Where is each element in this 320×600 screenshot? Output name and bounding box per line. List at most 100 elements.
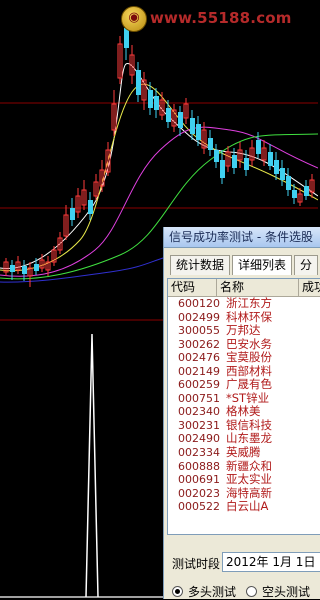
- candle: [3, 258, 9, 276]
- candle-body: [10, 265, 15, 272]
- candle-body: [220, 160, 225, 178]
- list-item[interactable]: 002476 宝莫股份: [168, 351, 320, 365]
- list-item[interactable]: 002340 格林美: [168, 405, 320, 419]
- candle-body: [256, 140, 261, 154]
- signal-spike: [85, 333, 99, 598]
- candle: [274, 152, 279, 180]
- stock-code: 002340: [178, 405, 220, 419]
- stock-name: 广晟有色: [226, 377, 272, 392]
- candle-body: [268, 152, 273, 166]
- tab-statistics[interactable]: 统计数据: [170, 255, 231, 275]
- stock-name: 西部材料: [226, 363, 272, 378]
- radio-long-dot[interactable]: [172, 586, 183, 597]
- candle: [34, 258, 39, 275]
- candle: [105, 142, 111, 176]
- stock-code: 000691: [178, 473, 220, 487]
- candle: [10, 260, 15, 280]
- stock-code: 000522: [178, 500, 220, 514]
- dialog-title[interactable]: 信号成功率测试 - 条件选股: [164, 227, 320, 248]
- date-picker[interactable]: 2012年 1月 1日: [222, 552, 320, 572]
- list-item[interactable]: 002334 英威腾: [168, 445, 320, 460]
- list-item[interactable]: 002023 海特高新: [168, 486, 320, 501]
- list-item[interactable]: 300231 银信科技: [168, 417, 320, 433]
- radio-short-test[interactable]: 空头测试: [246, 583, 310, 600]
- stock-name: 格林美: [226, 404, 261, 419]
- candle: [225, 146, 231, 172]
- candle-body: [136, 70, 141, 95]
- site-watermark: ◉ www.55188.com: [118, 5, 318, 32]
- stock-name: *ST锌业: [226, 390, 270, 405]
- watermark-logo: ◉: [121, 6, 147, 32]
- stock-code: 002023: [178, 486, 220, 500]
- candle: [171, 104, 177, 132]
- stock-name: 科林环保: [226, 309, 272, 324]
- column-code[interactable]: 代码: [168, 279, 217, 296]
- candle-body: [280, 168, 285, 180]
- list-item[interactable]: 300055 万邦达: [168, 324, 320, 338]
- list-item[interactable]: 002490 山东墨龙: [168, 432, 320, 446]
- stock-name: 万邦达: [226, 323, 261, 338]
- stock-code: 000751: [178, 391, 220, 405]
- dialog-controls: 测试时段 2012年 1月 1日 多头测试 空头测试: [164, 533, 320, 599]
- watermark-url: www.55188.com: [150, 9, 292, 27]
- candle: [136, 62, 141, 102]
- list-item[interactable]: 600888 新疆众和: [168, 459, 320, 474]
- candle-body: [34, 264, 39, 271]
- candle: [117, 36, 123, 84]
- candle: [249, 140, 255, 166]
- stock-code: 300055: [178, 324, 220, 338]
- stock-name: 山东墨龙: [226, 431, 272, 446]
- candle: [93, 174, 99, 200]
- candle: [75, 188, 81, 218]
- list-item[interactable]: 000522 白云山A: [168, 500, 320, 514]
- tab-detail-list[interactable]: 详细列表: [232, 255, 293, 275]
- list-item[interactable]: 300262 巴安水务: [168, 337, 320, 352]
- candle-body: [304, 186, 309, 196]
- candle-body: [148, 90, 153, 108]
- list-item[interactable]: 600259 广晟有色: [168, 378, 320, 392]
- radio-short-dot[interactable]: [246, 586, 257, 597]
- radio-long-test[interactable]: 多头测试: [172, 583, 236, 600]
- candle: [70, 198, 75, 226]
- candle: [286, 168, 291, 196]
- list-item[interactable]: 600120 浙江东方: [168, 296, 320, 311]
- list-item[interactable]: 000751 *ST锌业: [168, 390, 320, 406]
- stock-name: 英威腾: [226, 445, 261, 460]
- stock-name: 银信科技: [226, 417, 272, 432]
- candle-body: [166, 108, 171, 122]
- list-header: 代码名称成功: [168, 279, 320, 297]
- candle: [63, 205, 69, 240]
- candle-body: [208, 138, 213, 150]
- list-item[interactable]: 002499 科林环保: [168, 309, 320, 325]
- candle: [81, 180, 87, 210]
- stock-code: 300262: [178, 337, 220, 351]
- stock-code: 002499: [178, 310, 220, 324]
- candle: [183, 98, 189, 124]
- candle-body: [154, 96, 159, 110]
- list-item[interactable]: 002149 西部材料: [168, 363, 320, 379]
- candle: [141, 72, 147, 110]
- stock-code: 002490: [178, 432, 220, 446]
- stock-code: 002334: [178, 446, 220, 460]
- stock-code: 600888: [178, 459, 220, 473]
- candle: [292, 184, 297, 204]
- candle-body: [292, 190, 297, 198]
- candle: [22, 260, 27, 281]
- candle: [15, 256, 21, 274]
- radio-short-label: 空头测试: [262, 585, 311, 599]
- signal-test-dialog: 信号成功率测试 - 条件选股 统计数据详细列表分 代码名称成功 600120 浙江…: [163, 227, 320, 599]
- period-label: 测试时段: [172, 557, 221, 571]
- candle-body: [196, 124, 201, 140]
- candle-body: [178, 112, 183, 128]
- candle: [220, 150, 225, 184]
- column-success[interactable]: 成功: [299, 279, 320, 296]
- stock-name: 亚太实业: [226, 472, 272, 487]
- candle-body: [274, 160, 279, 174]
- candle-body: [88, 200, 93, 214]
- stock-name: 浙江东方: [226, 296, 272, 310]
- list-item[interactable]: 000691 亚太实业: [168, 473, 320, 487]
- column-name[interactable]: 名称: [217, 279, 299, 296]
- tab-more[interactable]: 分: [294, 255, 319, 275]
- stock-code: 600120: [178, 297, 220, 310]
- result-list[interactable]: 代码名称成功 600120浙江东方002499科林环保300055万邦达3002…: [167, 278, 320, 535]
